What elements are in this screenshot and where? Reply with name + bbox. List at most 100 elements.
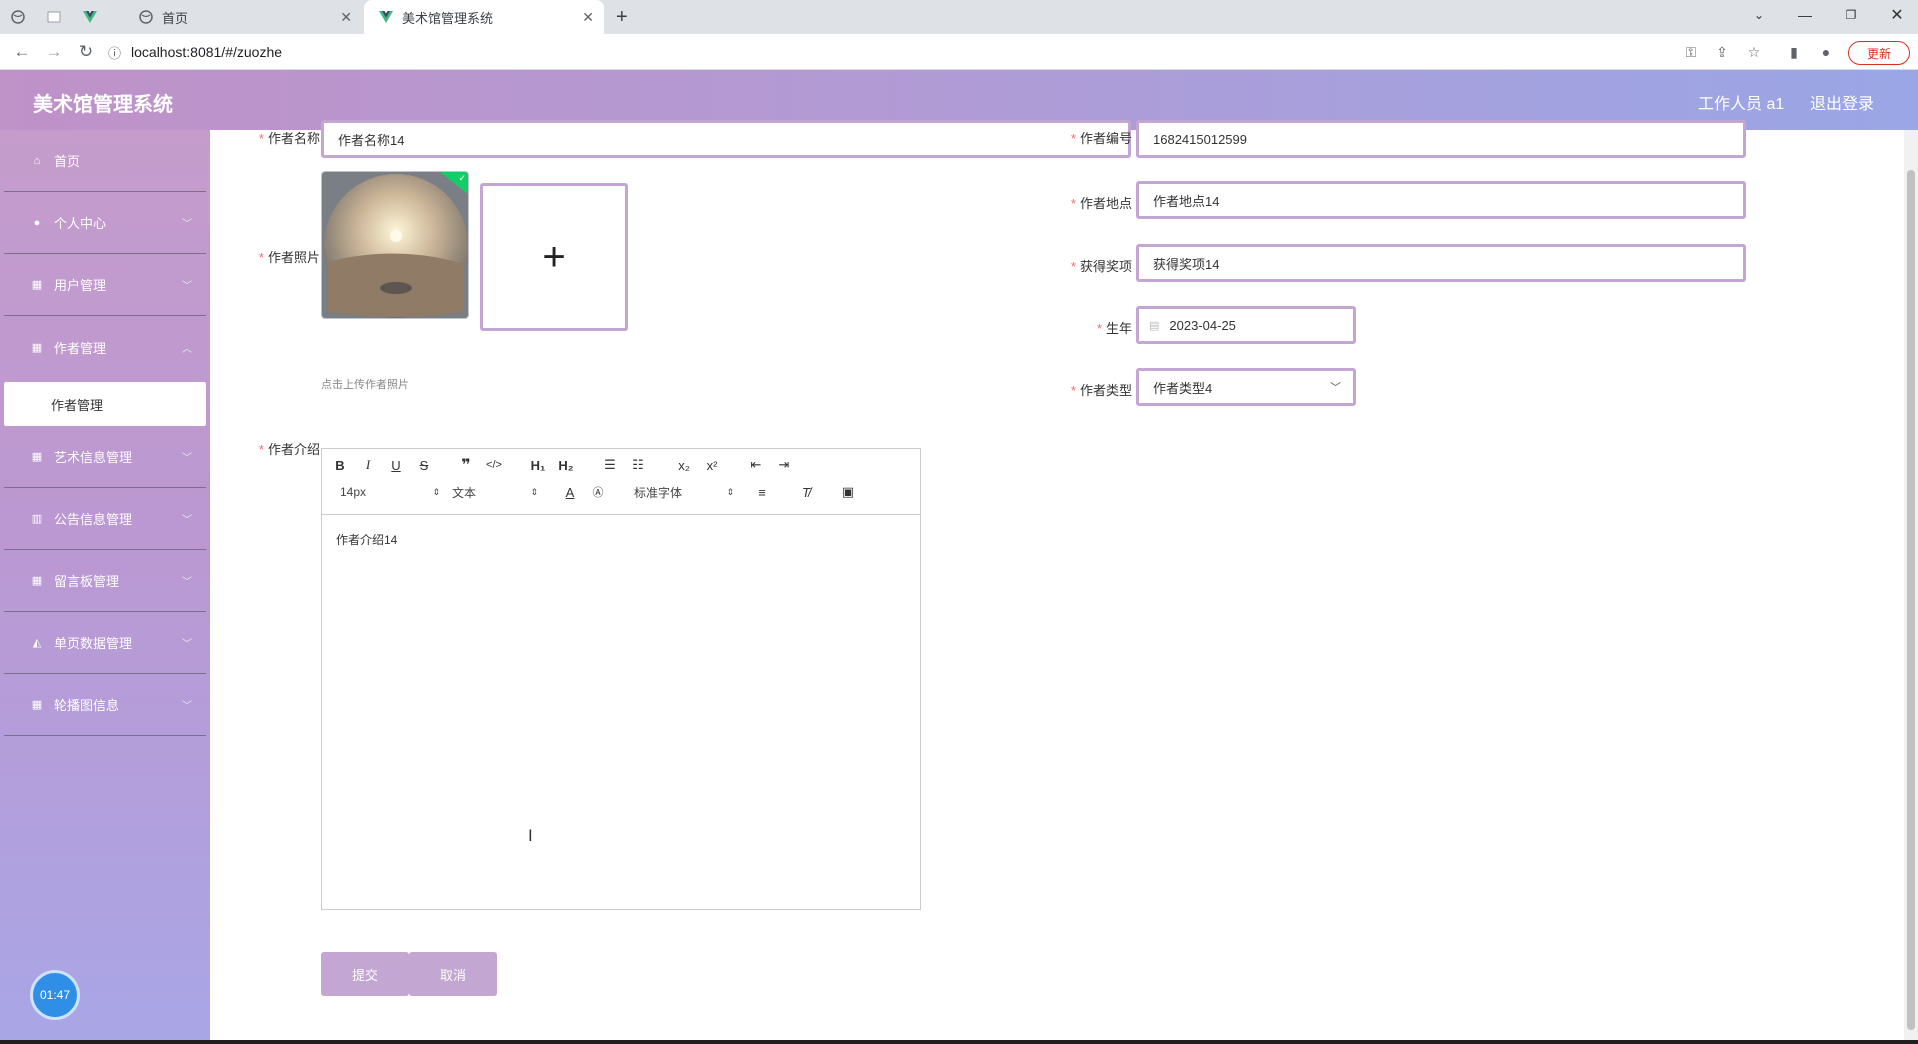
tab-search-icon[interactable]: ⌄: [1736, 0, 1782, 30]
app-title: 美术馆管理系统: [33, 94, 173, 116]
sidebar-item-home[interactable]: ⌂ 首页: [4, 130, 206, 192]
scrollbar-thumb[interactable]: [1907, 170, 1915, 1030]
indent-icon[interactable]: ⇥: [774, 455, 794, 475]
grid-icon: ▦: [31, 575, 43, 587]
grid-icon: ▦: [31, 279, 43, 291]
sidebar-item-label: 用户管理: [54, 278, 107, 293]
vue-logo-icon: [82, 9, 98, 25]
background-color-icon[interactable]: Ⓐ: [588, 482, 608, 502]
sidebar-item-carousel[interactable]: ▦ 轮播图信息 ﹀: [4, 674, 206, 736]
close-tab-icon[interactable]: ✕: [340, 9, 352, 26]
scrollbar[interactable]: [1904, 130, 1918, 1044]
sidebar-item-announcements[interactable]: ▥ 公告信息管理 ﹀: [4, 488, 206, 550]
chevron-up-icon: ︿: [182, 343, 192, 355]
author-location-field[interactable]: 作者地点14: [1136, 181, 1746, 219]
underline-icon[interactable]: U: [386, 455, 406, 475]
sidebar-item-authors[interactable]: ▦ 作者管理 ︿: [4, 316, 206, 378]
birth-label: * 生年: [1096, 321, 1132, 336]
tab-home[interactable]: 首页 ✕: [124, 0, 362, 34]
back-icon[interactable]: ←: [8, 38, 36, 66]
clear-format-icon[interactable]: T̸: [796, 482, 816, 502]
tab-label: 首页: [162, 10, 189, 26]
grid-icon: ▦: [31, 341, 43, 354]
logout-link[interactable]: 退出登录: [1810, 90, 1874, 114]
profile-icon[interactable]: ●: [1816, 42, 1836, 62]
h2-icon[interactable]: H₂: [556, 455, 576, 475]
ordered-list-icon[interactable]: ☰: [600, 455, 620, 475]
sidebar-subitem-authors[interactable]: 作者管理: [4, 382, 206, 426]
author-number-field[interactable]: 1682415012599: [1136, 120, 1746, 158]
award-label: * 获得奖项: [1070, 259, 1132, 274]
restore-icon[interactable]: ❐: [1828, 0, 1874, 30]
subscript-icon[interactable]: x₂: [674, 455, 694, 475]
cancel-button[interactable]: 取消: [409, 952, 497, 996]
font-family-select[interactable]: 标准字体 ⇕: [634, 483, 734, 501]
forward-icon[interactable]: →: [40, 38, 68, 66]
sidebar-item-label: 单页数据管理: [54, 636, 133, 651]
editor-content[interactable]: 作者介绍14: [322, 515, 920, 909]
text-cursor-icon: Ⅰ: [528, 828, 533, 845]
clock-badge: 01:47: [30, 970, 80, 1020]
italic-icon[interactable]: I: [358, 455, 378, 475]
strike-icon[interactable]: S: [414, 455, 434, 475]
font-size-select[interactable]: 14px ⇕: [340, 483, 440, 501]
bold-icon[interactable]: B: [330, 455, 350, 475]
sidebar-item-profile[interactable]: ● 个人中心 ﹀: [4, 192, 206, 254]
header-format-select[interactable]: 文本 ⇕: [452, 483, 538, 501]
tab-active[interactable]: 美术馆管理系统 ✕: [364, 0, 604, 34]
trend-icon: ◭: [32, 637, 42, 649]
superscript-icon[interactable]: x²: [702, 455, 722, 475]
award-field[interactable]: 获得奖项14: [1136, 244, 1746, 282]
share-icon[interactable]: ⇪: [1712, 42, 1732, 62]
outdent-icon[interactable]: ⇤: [746, 455, 766, 475]
pinned-tab-1[interactable]: [10, 0, 44, 34]
upload-photo-button[interactable]: +: [480, 183, 628, 331]
chevron-down-icon: ﹀: [182, 515, 192, 526]
star-icon[interactable]: ☆: [1744, 42, 1764, 62]
url-bar[interactable]: ⓘ localhost:8081/#/zuozhe: [108, 38, 1678, 66]
blockquote-icon[interactable]: ❞: [456, 455, 476, 475]
url-text: localhost:8081/#/zuozhe: [131, 44, 283, 60]
pinned-tab-vue[interactable]: [82, 0, 116, 34]
sidebar-item-single-page[interactable]: ◭ 单页数据管理 ﹀: [4, 612, 206, 674]
author-type-select[interactable]: 作者类型4 ﹀: [1136, 368, 1356, 406]
select-arrow-icon: ⇕: [530, 486, 538, 497]
submit-button[interactable]: 提交: [321, 952, 409, 996]
h1-icon[interactable]: H₁: [528, 455, 548, 475]
address-bar: ← → ↻ ⓘ localhost:8081/#/zuozhe ⚿ ⇪ ☆ ▮ …: [0, 34, 1918, 70]
close-window-icon[interactable]: ✕: [1874, 0, 1918, 30]
sidebar-item-messages[interactable]: ▦ 留言板管理 ﹀: [4, 550, 206, 612]
chevron-down-icon: ﹀: [182, 701, 192, 712]
author-photo-thumbnail[interactable]: ✓: [321, 171, 469, 319]
minimize-icon[interactable]: —: [1782, 0, 1828, 30]
sidebar-item-users[interactable]: ▦ 用户管理 ﹀: [4, 254, 206, 316]
home-icon: ⌂: [33, 154, 41, 167]
grid-icon: ▦: [31, 699, 43, 711]
sidebar-item-art-info[interactable]: ▦ 艺术信息管理 ﹀: [4, 426, 206, 488]
reload-icon[interactable]: ↻: [72, 38, 100, 66]
pinned-tab-2[interactable]: [46, 0, 80, 34]
birth-date-picker[interactable]: ▤ 2023-04-25: [1136, 306, 1356, 344]
chevron-down-icon: ﹀: [182, 639, 192, 650]
photo-label: * 作者照片: [258, 250, 320, 265]
page-icon: [46, 9, 62, 25]
sidepanel-icon[interactable]: ▮: [1784, 42, 1804, 62]
browser-tab-bar: 首页 ✕ 美术馆管理系统 ✕ + ⌄ — ❐ ✕: [0, 0, 1918, 34]
info-icon[interactable]: ⓘ: [108, 43, 121, 62]
close-tab-icon[interactable]: ✕: [582, 9, 594, 26]
author-name-field[interactable]: 作者名称14: [321, 120, 1131, 158]
code-block-icon[interactable]: </>: [484, 455, 504, 475]
bullet-list-icon[interactable]: ☷: [628, 455, 648, 475]
globe-icon: [138, 9, 154, 25]
chevron-down-icon: ﹀: [182, 219, 192, 230]
location-label: * 作者地点: [1070, 196, 1132, 211]
align-icon[interactable]: ≡: [752, 482, 772, 502]
sidebar-item-label: 公告信息管理: [54, 512, 133, 527]
update-button[interactable]: 更新: [1848, 41, 1910, 65]
vue-logo-icon: [378, 9, 394, 25]
new-tab-button[interactable]: +: [616, 0, 636, 34]
font-color-icon[interactable]: A: [560, 482, 580, 502]
key-icon[interactable]: ⚿: [1681, 42, 1701, 62]
rich-text-editor: B I U S ❞ </> H₁ H₂ ☰ ☷ x₂ x² ⇤ ⇥ 14px ⇕…: [321, 448, 921, 910]
image-icon[interactable]: ▣: [838, 482, 858, 502]
